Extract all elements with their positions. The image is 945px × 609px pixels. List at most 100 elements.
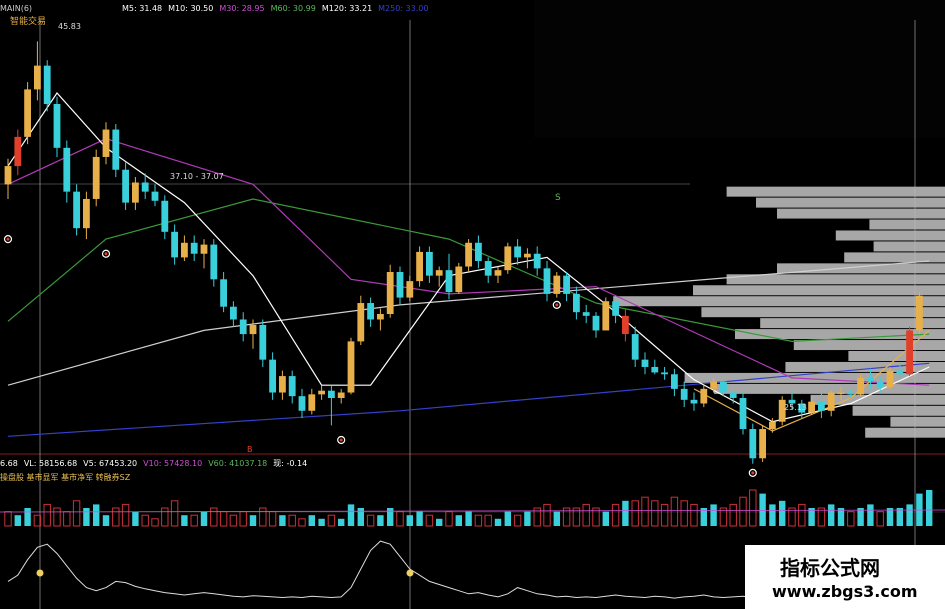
volume-bar [327,514,336,527]
volume-profile-bar [693,285,945,296]
volume-bar [729,503,737,527]
candle-body [220,279,227,307]
candle-body [141,182,149,192]
volume-bar [739,496,747,527]
volume-bar [876,511,884,527]
candle-body [886,370,894,388]
volume-bar [181,515,188,526]
volume-bar [161,507,169,527]
volume-bar [366,514,375,527]
candle-body [83,198,90,229]
oscillator-signal-dot [406,569,414,577]
candle-body [367,303,374,320]
volume-bar [279,515,286,526]
volume-bar [53,507,61,527]
volume-bar [83,508,90,526]
candle-body [112,129,120,170]
volume-bar [857,508,864,526]
volume-bar [102,515,110,526]
volume-profile-bar [844,252,945,263]
volume-bar [524,511,531,526]
volume-readout: V5: 67453.20 [83,459,138,468]
buy-signal-dot [339,438,343,442]
volume-ma-line [0,509,945,513]
volume-bar [504,511,511,526]
volume-bar [425,514,434,527]
volume-bar [43,503,51,527]
candle-body [239,319,247,335]
candle-body [357,303,365,342]
volume-profile-bar [865,427,945,438]
candle-body [710,381,717,389]
candle-body [455,266,463,293]
candle-body [347,341,355,393]
volume-bar [396,511,404,527]
volume-bar [494,518,502,526]
candle-body [63,147,71,192]
watermark-url: www.zbgs3.com [772,582,918,601]
volume-profile-bar [835,230,945,241]
candle-body [161,200,169,232]
candle-body [631,334,639,360]
candle-body [337,392,345,398]
volume-bar [680,500,688,527]
volume-bar [749,489,757,527]
volume-bar [308,515,315,526]
candle-body [53,104,61,148]
volume-bar [338,518,345,526]
volume-bar [357,508,364,526]
volume-bar [132,511,139,526]
volume-bar [298,518,306,527]
volume-bar [219,511,228,527]
volume-bar [14,515,21,526]
candle-body [24,89,31,137]
range-label: 37.10 - 37.07 [170,172,224,181]
candle-body [690,399,698,404]
volume-bar [817,507,826,527]
volume-profile-bar [873,241,945,252]
volume-bar [33,514,42,527]
candle-body [612,301,619,316]
volume-readout: V10: 57428.10 [143,459,203,468]
volume-bar [759,493,766,526]
candle-body [867,377,874,382]
candle-body [494,270,502,276]
candle-body [533,253,541,269]
volume-bar [63,511,71,527]
volume-bar [837,508,845,526]
candle-body [259,324,267,360]
volume-bar [445,511,453,527]
volume-bar [896,508,903,526]
candle-body [553,275,561,294]
candle-body [700,388,708,404]
volume-bar [387,508,394,526]
volume-profile-bar [869,219,945,230]
candle-body [729,392,737,398]
ma-readouts: M5: 31.48 M10: 30.50 M30: 28.95 M60: 30.99 M… [122,4,434,13]
candle-body [43,65,51,104]
ma-readout: M120: 33.21 [321,4,373,13]
volume-bar [622,500,629,526]
volume-header: 6.68 VL: 58156.68 V5: 67453.20 V10: 57428.1… [0,458,313,469]
volume-bar [24,508,31,526]
volume-profile-bar [726,186,945,197]
volume-bar [190,514,198,527]
volume-bars [0,489,945,527]
volume-bar [406,515,413,526]
volume-bar [651,500,659,527]
volume-bar [779,500,786,526]
volume-bar [710,504,717,526]
candle-body [445,270,453,293]
volume-bar [641,496,649,527]
volume-bar [112,507,120,527]
candle-body [876,381,884,388]
candle-body [181,242,188,258]
candle-body [827,392,835,411]
candle-body [190,242,198,254]
volume-bar [151,518,159,527]
volume-bar [72,500,81,527]
volume-bar [259,507,267,527]
volume-bar [926,490,933,526]
volume-readout: 6.68 [0,459,18,468]
candle-body [279,376,286,393]
